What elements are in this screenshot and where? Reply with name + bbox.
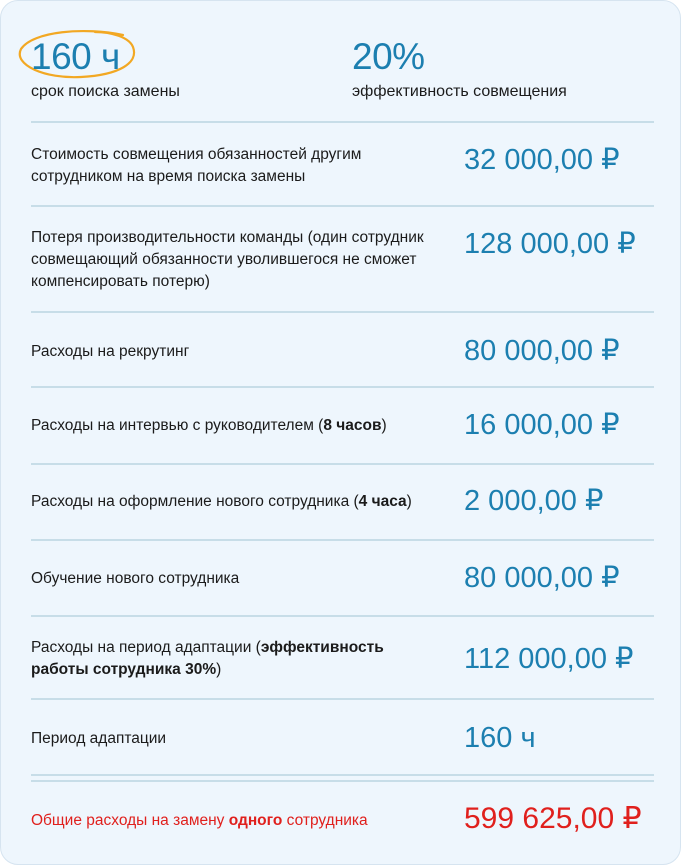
divider (31, 205, 654, 207)
row-value-training: 80 000,00 ₽ (464, 562, 620, 594)
row-value-adaptation-period: 160 ч (464, 722, 536, 754)
divider (31, 121, 654, 123)
search-time-label: срок поиска замены (31, 83, 180, 100)
efficiency-value: 20% (352, 36, 425, 77)
row-label-team-productivity-loss: Потеря производительности команды (один … (31, 229, 424, 290)
row-value-onboarding-paperwork: 2 000,00 ₽ (464, 485, 604, 517)
cost-summary-card: 160 ч срок поиска замены 20% эффективнос… (0, 0, 681, 865)
total-value: 599 625,00 ₽ (464, 802, 642, 835)
divider (31, 386, 654, 388)
row-label-combination-cost: Стоимость совмещения обязанностей другим… (31, 146, 362, 185)
row-label-interview-costs: Расходы на интервью с руководителем (8 ч… (31, 417, 387, 434)
row-label-adaptation-period: Период адаптации (31, 730, 167, 747)
row-value-team-productivity-loss: 128 000,00 ₽ (464, 228, 636, 260)
divider (31, 780, 654, 782)
row-label-onboarding-paperwork: Расходы на оформление нового сотрудника … (31, 493, 412, 510)
row-value-combination-cost: 32 000,00 ₽ (464, 144, 620, 176)
row-value-interview-costs: 16 000,00 ₽ (464, 409, 620, 441)
divider (31, 311, 654, 313)
divider (31, 539, 654, 541)
divider (31, 774, 654, 776)
divider (31, 698, 654, 700)
row-value-recruiting: 80 000,00 ₽ (464, 335, 620, 367)
search-time-value: 160 ч (31, 36, 120, 77)
total-label: Общие расходы на замену одного сотрудник… (31, 812, 368, 829)
row-label-training: Обучение нового сотрудника (31, 570, 240, 587)
efficiency-label: эффективность совмещения (352, 83, 567, 100)
divider (31, 615, 654, 617)
row-label-adaptation-costs: Расходы на период адаптации (эффективнос… (31, 639, 384, 678)
row-value-adaptation-costs: 112 000,00 ₽ (464, 643, 634, 675)
row-label-recruiting: Расходы на рекрутинг (31, 343, 190, 360)
divider (31, 463, 654, 465)
